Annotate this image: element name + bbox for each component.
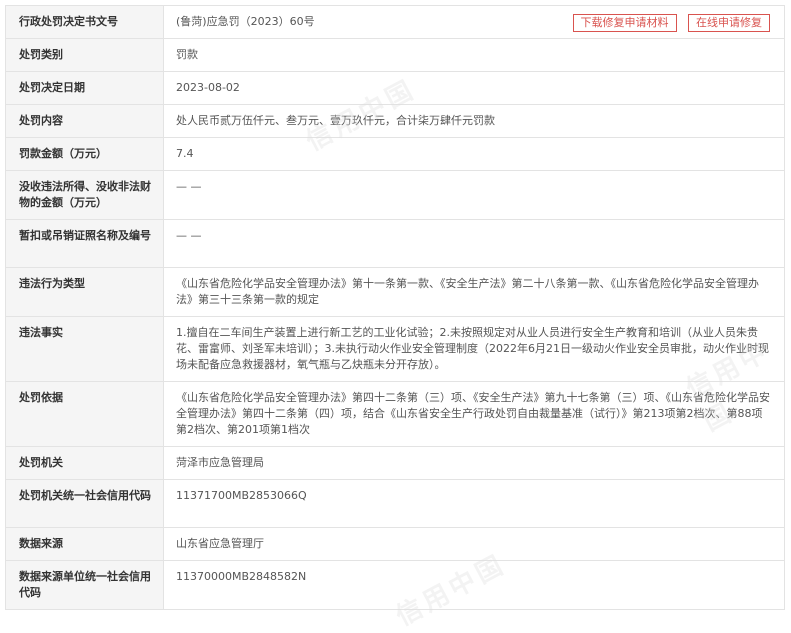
row-violation-type: 违法行为类型 《山东省危险化学品安全管理办法》第十一条第一款、《安全生产法》第二…: [5, 267, 785, 317]
row-value: 《山东省危险化学品安全管理办法》第四十二条第（三）项、《安全生产法》第九十七条第…: [163, 381, 785, 447]
row-value: 《山东省危险化学品安全管理办法》第十一条第一款、《安全生产法》第二十八条第一款、…: [163, 267, 785, 317]
row-penalty-basis: 处罚依据 《山东省危险化学品安全管理办法》第四十二条第（三）项、《安全生产法》第…: [5, 381, 785, 447]
row-value: — —: [163, 170, 785, 220]
row-label: 处罚类别: [5, 38, 164, 72]
online-repair-application-button[interactable]: 在线申请修复: [688, 14, 770, 32]
row-value: (鲁菏)应急罚（2023）60号 下载修复申请材料 在线申请修复: [163, 5, 785, 39]
row-label: 没收违法所得、没收非法财物的金额（万元）: [5, 170, 164, 220]
row-label: 处罚决定日期: [5, 71, 164, 105]
row-value: — —: [163, 219, 785, 268]
row-value: 11371700MB2853066Q: [163, 479, 785, 528]
row-label: 处罚机关: [5, 446, 164, 480]
repair-actions: 下载修复申请材料 在线申请修复: [565, 14, 770, 32]
row-label: 数据来源单位统一社会信用代码: [5, 560, 164, 610]
row-label: 暂扣或吊销证照名称及编号: [5, 219, 164, 268]
download-repair-materials-button[interactable]: 下载修复申请材料: [572, 14, 677, 32]
row-license-revocation: 暂扣或吊销证照名称及编号 — —: [5, 219, 785, 268]
row-label: 处罚内容: [5, 104, 164, 138]
row-decision-date: 处罚决定日期 2023-08-02: [5, 71, 785, 105]
row-authority-credit-code: 处罚机关统一社会信用代码 11371700MB2853066Q: [5, 479, 785, 528]
row-value: 2023-08-02: [163, 71, 785, 105]
penalty-detail-table: 行政处罚决定书文号 (鲁菏)应急罚（2023）60号 下载修复申请材料 在线申请…: [5, 5, 785, 610]
row-label: 违法行为类型: [5, 267, 164, 317]
row-label: 违法事实: [5, 316, 164, 382]
row-value: 菏泽市应急管理局: [163, 446, 785, 480]
row-violation-facts: 违法事实 1.擅自在二车间生产装置上进行新工艺的工业化试验；2.未按照规定对从业…: [5, 316, 785, 382]
row-penalty-category: 处罚类别 罚款: [5, 38, 785, 72]
row-value: 7.4: [163, 137, 785, 171]
row-data-source: 数据来源 山东省应急管理厅: [5, 527, 785, 561]
row-label: 罚款金额（万元）: [5, 137, 164, 171]
row-penalty-content: 处罚内容 处人民币贰万伍仟元、叁万元、壹万玖仟元，合计柒万肆仟元罚款: [5, 104, 785, 138]
row-value: 处人民币贰万伍仟元、叁万元、壹万玖仟元，合计柒万肆仟元罚款: [163, 104, 785, 138]
row-value: 山东省应急管理厅: [163, 527, 785, 561]
row-penalty-authority: 处罚机关 菏泽市应急管理局: [5, 446, 785, 480]
row-value: 11370000MB2848582N: [163, 560, 785, 610]
row-data-source-credit-code: 数据来源单位统一社会信用代码 11370000MB2848582N: [5, 560, 785, 610]
row-label: 处罚机关统一社会信用代码: [5, 479, 164, 528]
row-confiscation-amount: 没收违法所得、没收非法财物的金额（万元） — —: [5, 170, 785, 220]
row-label: 处罚依据: [5, 381, 164, 447]
row-decision-number: 行政处罚决定书文号 (鲁菏)应急罚（2023）60号 下载修复申请材料 在线申请…: [5, 5, 785, 39]
row-fine-amount: 罚款金额（万元） 7.4: [5, 137, 785, 171]
row-label: 行政处罚决定书文号: [5, 5, 164, 39]
row-value: 罚款: [163, 38, 785, 72]
row-label: 数据来源: [5, 527, 164, 561]
row-value: 1.擅自在二车间生产装置上进行新工艺的工业化试验；2.未按照规定对从业人员进行安…: [163, 316, 785, 382]
